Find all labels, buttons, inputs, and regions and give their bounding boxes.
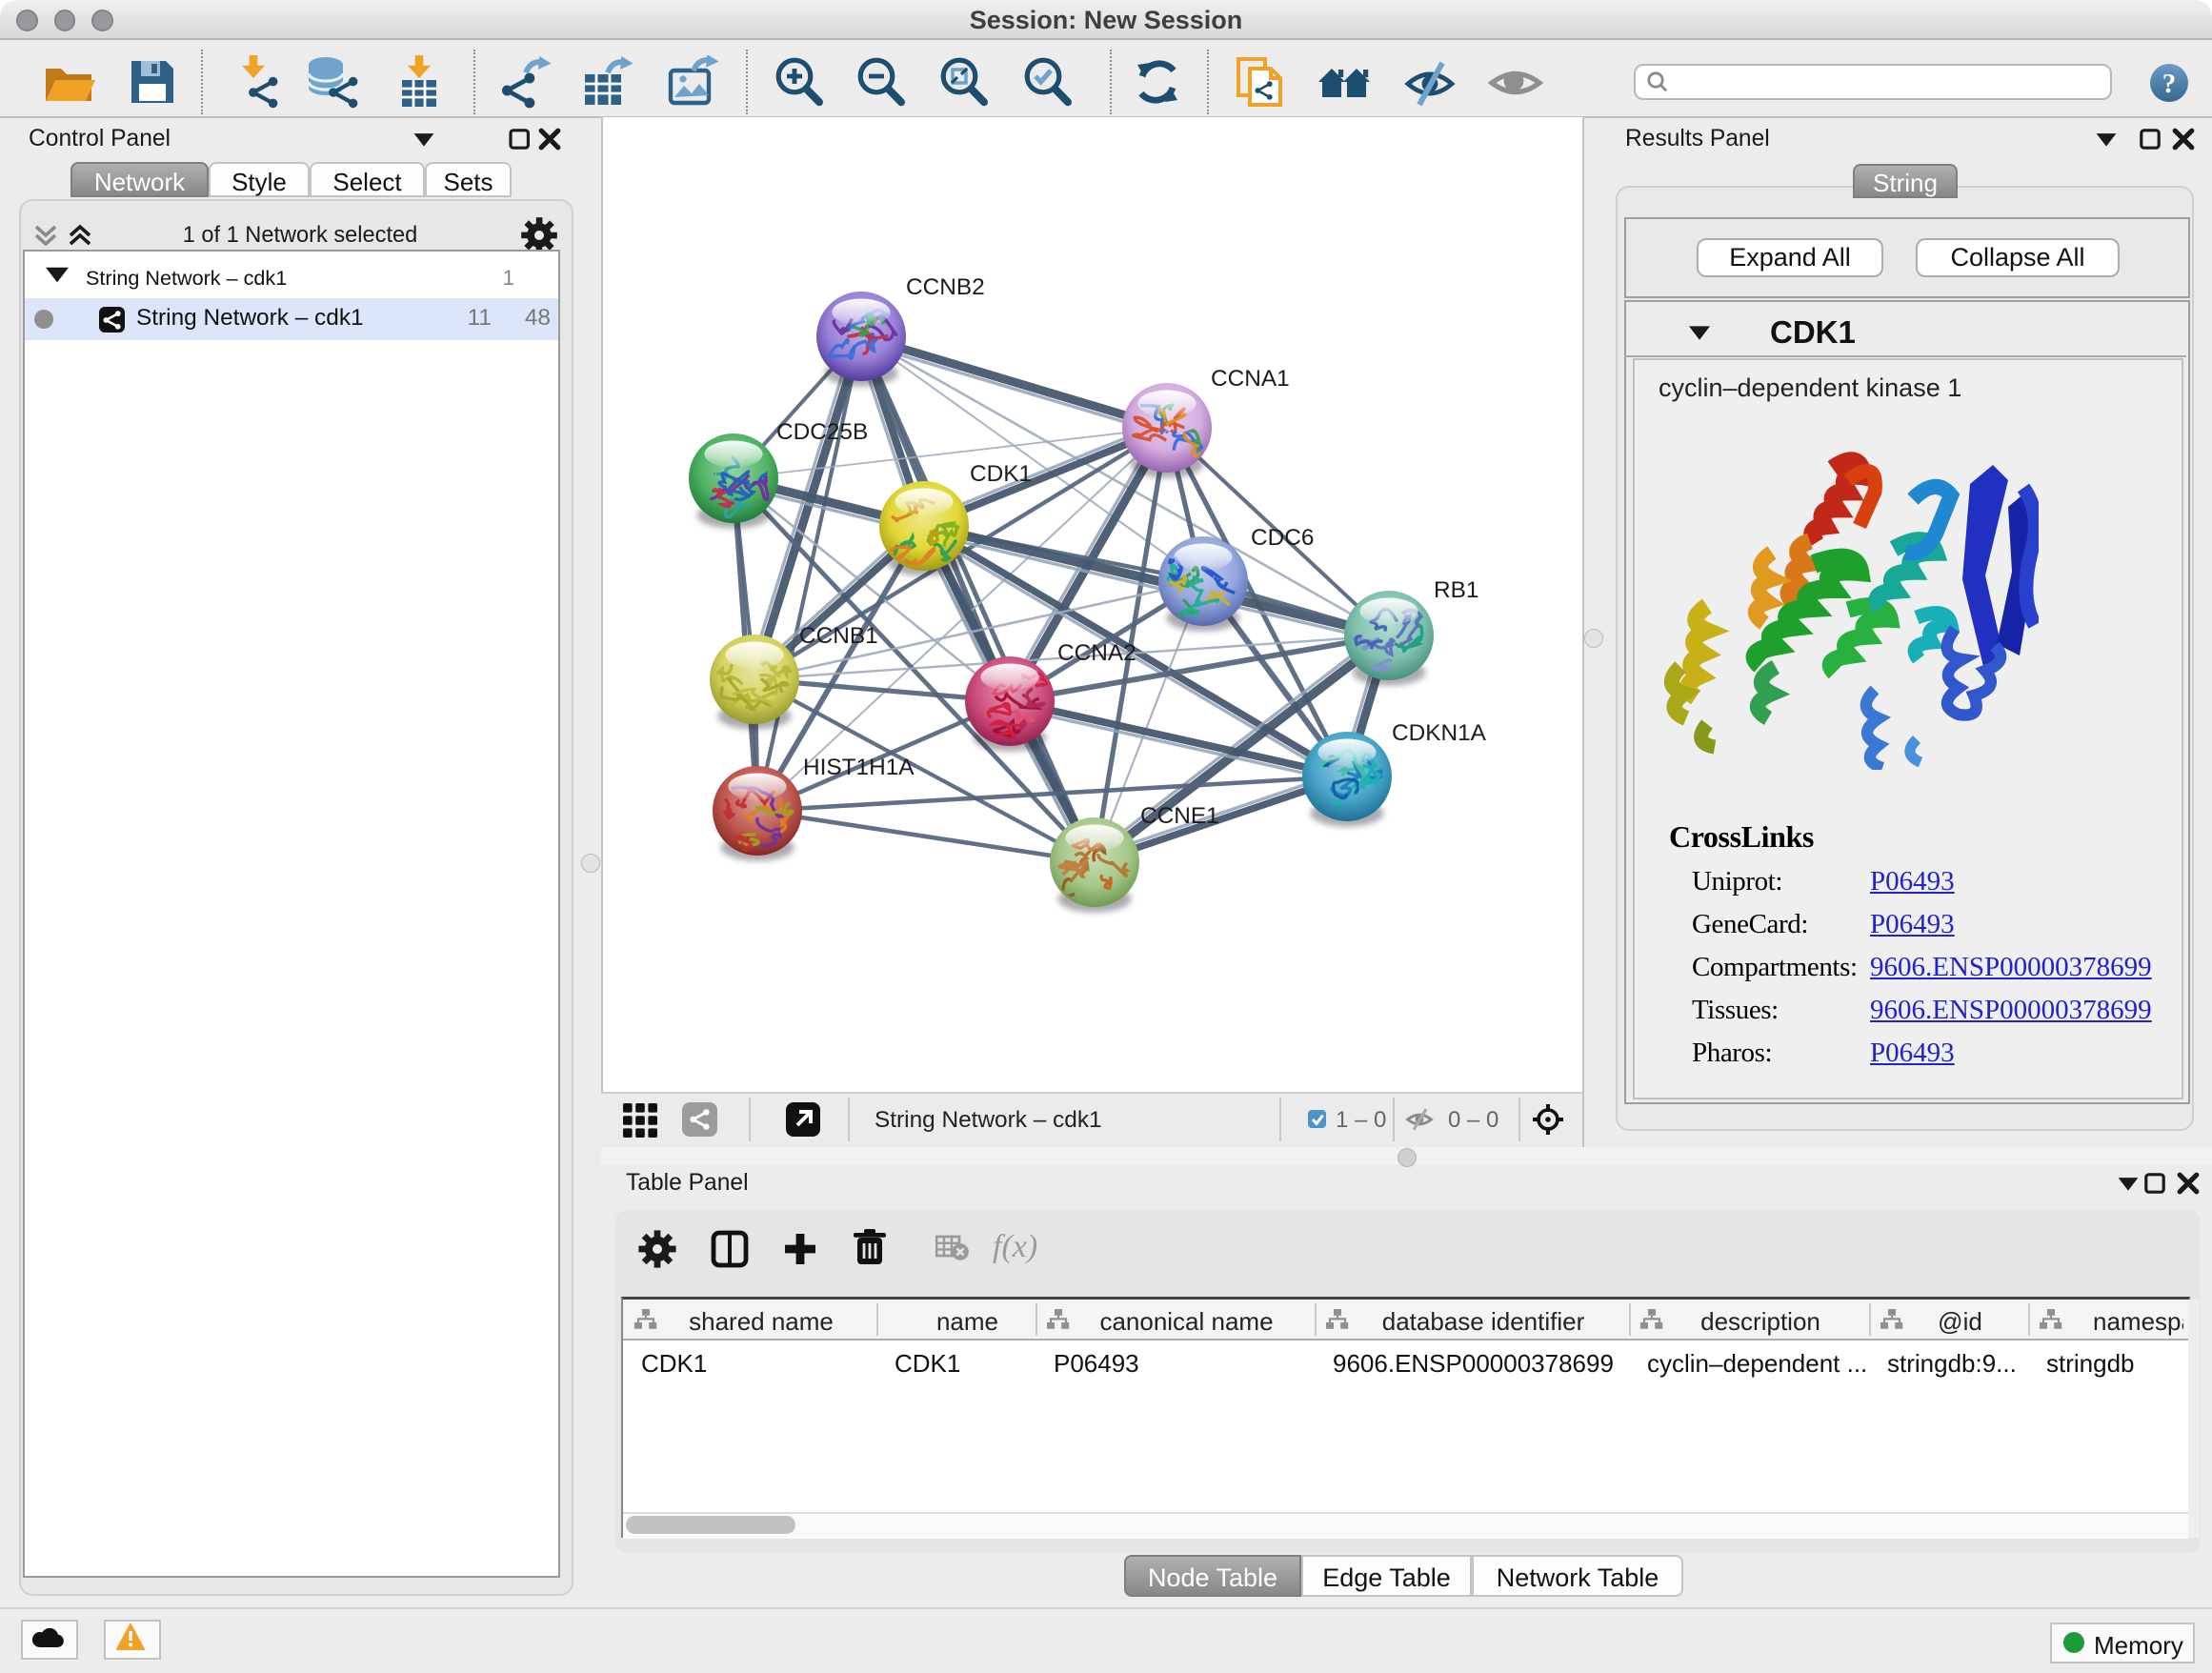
svg-text:CCNB1: CCNB1	[799, 623, 878, 649]
svg-text:CCNA1: CCNA1	[1211, 366, 1290, 392]
svg-text:CCNB2: CCNB2	[906, 274, 985, 300]
svg-text:CDK1: CDK1	[970, 461, 1032, 487]
svg-text:CCNA2: CCNA2	[1057, 640, 1136, 666]
svg-text:HIST1H1A: HIST1H1A	[803, 755, 915, 780]
svg-text:RB1: RB1	[1434, 577, 1478, 603]
svg-text:CCNE1: CCNE1	[1140, 803, 1219, 829]
svg-text:CDKN1A: CDKN1A	[1392, 720, 1487, 746]
svg-text:CDC6: CDC6	[1251, 525, 1314, 551]
svg-text:CDC25B: CDC25B	[776, 419, 868, 445]
svg-text:?: ?	[2162, 69, 2177, 99]
